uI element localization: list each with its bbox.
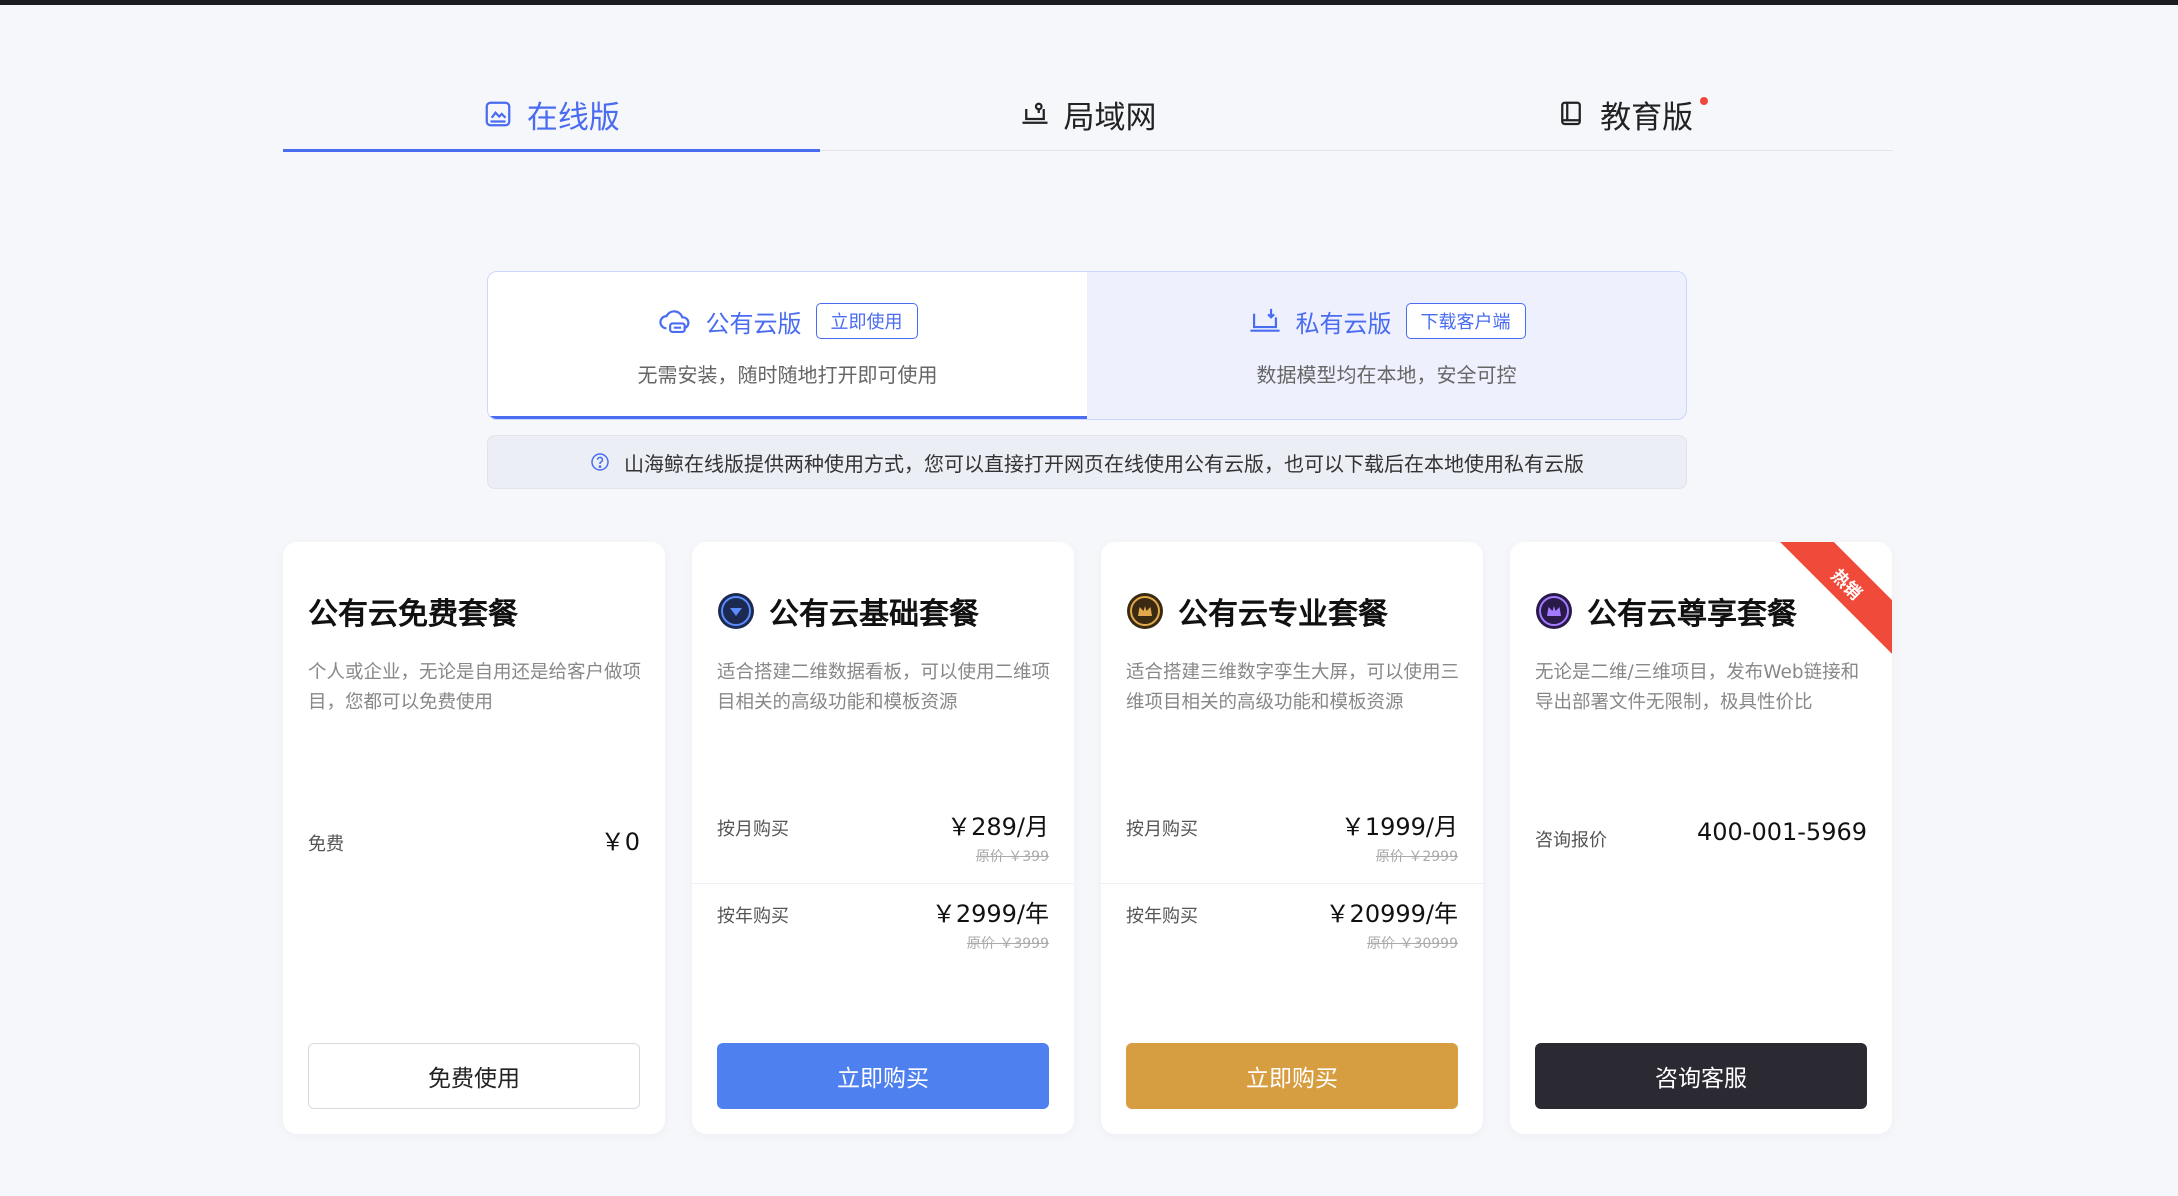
price-row-consult: 咨询报价 400-001-5969 <box>1510 818 1892 852</box>
plan-title: 公有云尊享套餐 <box>1535 589 1797 633</box>
price-row-free: 免费 ￥0 <box>283 822 665 857</box>
top-bar <box>0 0 2178 5</box>
monitor-icon <box>485 101 511 127</box>
plan-title: 公有云基础套餐 <box>717 589 979 633</box>
private-cloud-title: 私有云版 <box>1295 309 1392 338</box>
download-client-tag[interactable]: 下载客户端 <box>1405 303 1526 339</box>
plan-desc: 适合搭建三维数字孪生大屏，可以使用三维项目相关的高级功能和模板资源 <box>1126 662 1460 713</box>
price-row-yearly: 按年购买 ￥2999/年 原价 ￥3999 <box>692 894 1074 953</box>
option-public-cloud[interactable]: 公有云版 立即使用 无需安装，随时随地打开即可使用 <box>488 272 1087 419</box>
pricing-cards: 公有云免费套餐 个人或企业，无论是自用还是给客户做项目，您都可以免费使用 免费 … <box>283 542 1893 1134</box>
price-label: 按月购买 <box>1126 819 1198 840</box>
public-cloud-desc: 无需安装，随时随地打开即可使用 <box>637 363 938 387</box>
buy-basic-button[interactable]: 立即购买 <box>717 1043 1049 1109</box>
phone-number: 400-001-5969 <box>1696 818 1867 846</box>
plan-card-pro: 公有云专业套餐 适合搭建三维数字孪生大屏，可以使用三维项目相关的高级功能和模板资… <box>1101 542 1483 1134</box>
private-cloud-desc: 数据模型均在本地，安全可控 <box>1256 363 1517 387</box>
original-price: 原价 ￥2999 <box>1375 849 1458 865</box>
tab-online-label: 在线版 <box>526 99 620 136</box>
plan-desc: 适合搭建二维数据看板，可以使用二维项目相关的高级功能和模板资源 <box>717 662 1051 713</box>
contact-service-button[interactable]: 咨询客服 <box>1535 1043 1867 1109</box>
tab-lan[interactable]: 局域网 <box>820 78 1357 150</box>
plan-card-basic: 公有云基础套餐 适合搭建二维数据看板，可以使用二维项目相关的高级功能和模板资源 … <box>692 542 1074 1134</box>
price-label: 免费 <box>308 834 344 855</box>
plan-card-premium: 热销 公有云尊享套餐 无论是二维/三维项目，发布Web链接和导出部署文件无限制，… <box>1510 542 1892 1134</box>
basic-badge-icon <box>718 593 754 629</box>
lan-laptop-icon <box>1022 102 1047 124</box>
pro-badge-icon <box>1127 593 1163 629</box>
plan-desc: 个人或企业，无论是自用还是给客户做项目，您都可以免费使用 <box>308 662 642 713</box>
original-price: 原价 ￥30999 <box>1367 936 1458 952</box>
download-laptop-icon <box>1249 308 1280 332</box>
tab-education-label: 教育版 <box>1600 99 1694 136</box>
info-notice: 山海鲸在线版提供两种使用方式，您可以直接打开网页在线使用公有云版，也可以下载后在… <box>487 435 1687 489</box>
premium-badge-icon <box>1536 593 1572 629</box>
buy-pro-button[interactable]: 立即购买 <box>1126 1043 1458 1109</box>
price-label: 按月购买 <box>717 819 789 840</box>
price-value: ￥1999/月 <box>1340 813 1458 841</box>
price-row-monthly: 按月购买 ￥1999/月 原价 ￥2999 <box>1101 807 1483 866</box>
original-price: 原价 ￥3999 <box>966 936 1049 952</box>
plan-title: 公有云免费套餐 <box>308 597 518 632</box>
plan-desc: 无论是二维/三维项目，发布Web链接和导出部署文件无限制，极具性价比 <box>1535 662 1860 713</box>
plan-card-free: 公有云免费套餐 个人或企业，无论是自用还是给客户做项目，您都可以免费使用 免费 … <box>283 542 665 1134</box>
plan-title: 公有云专业套餐 <box>1126 589 1388 633</box>
price-value: ￥289/月 <box>947 813 1049 841</box>
price-label: 按年购买 <box>717 906 789 927</box>
book-icon <box>1561 101 1582 126</box>
price-value: ￥2999/年 <box>931 900 1049 928</box>
row-divider <box>1101 883 1483 884</box>
price-label: 按年购买 <box>1126 906 1198 927</box>
tab-online[interactable]: 在线版 <box>283 78 820 152</box>
notice-text: 山海鲸在线版提供两种使用方式，您可以直接打开网页在线使用公有云版，也可以下载后在… <box>624 451 1584 476</box>
new-badge-dot <box>1700 97 1709 105</box>
public-cloud-title: 公有云版 <box>705 309 802 338</box>
use-now-tag[interactable]: 立即使用 <box>815 303 918 339</box>
free-use-button[interactable]: 免费使用 <box>308 1043 640 1109</box>
edition-tabs: 在线版 局域网 教育版 <box>283 78 1893 152</box>
row-divider <box>692 883 1074 884</box>
price-value: ￥20999/年 <box>1325 900 1458 928</box>
tab-lan-label: 局域网 <box>1063 99 1157 136</box>
cloud-icon <box>658 310 689 334</box>
option-private-cloud[interactable]: 私有云版 下载客户端 数据模型均在本地，安全可控 <box>1087 272 1686 419</box>
price-row-monthly: 按月购买 ￥289/月 原价 ￥399 <box>692 807 1074 866</box>
deploy-options: 公有云版 立即使用 无需安装，随时随地打开即可使用 私有云版 下载客户端 数据模… <box>487 271 1687 420</box>
tab-education[interactable]: 教育版 <box>1356 78 1893 150</box>
price-value: ￥0 <box>600 828 640 856</box>
price-row-yearly: 按年购买 ￥20999/年 原价 ￥30999 <box>1101 894 1483 953</box>
question-circle-icon <box>591 453 609 471</box>
price-label: 咨询报价 <box>1535 830 1607 851</box>
original-price: 原价 ￥399 <box>975 849 1049 865</box>
